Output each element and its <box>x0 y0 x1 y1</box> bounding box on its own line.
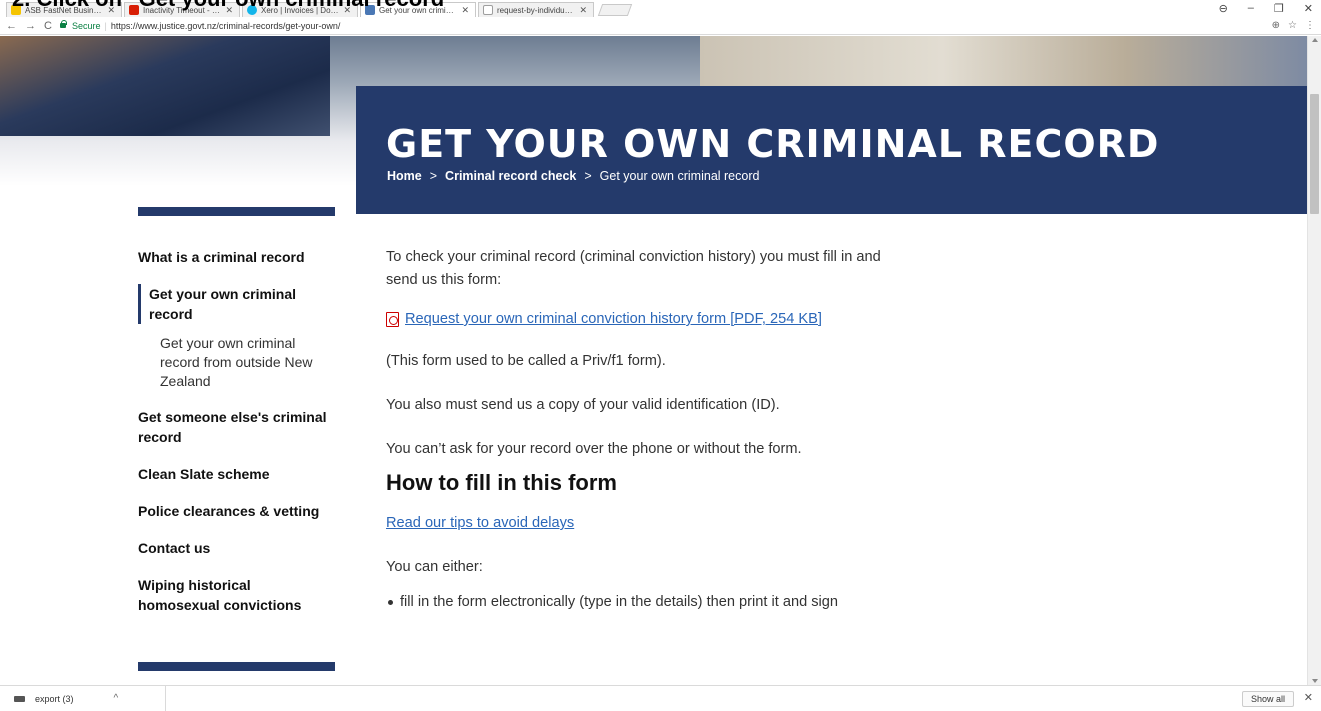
main-content: To check your criminal record (criminal … <box>386 246 906 614</box>
vertical-scrollbar[interactable] <box>1307 36 1321 685</box>
breadcrumb-criminal-record-check[interactable]: Criminal record check <box>445 169 576 183</box>
address-bar[interactable]: Secure | https://www.justice.govt.nz/cri… <box>59 19 1264 33</box>
sidenav-top-bar <box>138 207 335 216</box>
close-download-bar-icon[interactable]: ✕ <box>1304 691 1313 704</box>
new-tab-button[interactable] <box>597 4 633 16</box>
show-all-button[interactable]: Show all <box>1241 691 1294 707</box>
breadcrumb-separator: > <box>429 169 438 183</box>
minimize-icon[interactable]: – <box>1248 2 1254 15</box>
nav-wiping-convictions[interactable]: Wiping historical homosexual convictions <box>138 575 318 615</box>
options-list: fill in the form electronically (type in… <box>386 591 906 614</box>
nav-get-someone-else[interactable]: Get someone else's criminal record <box>138 407 338 447</box>
back-icon[interactable]: ← <box>6 20 17 32</box>
hero-image-left <box>0 36 330 136</box>
pdf-icon <box>386 311 399 327</box>
priv-form-note: (This form used to be called a Priv/f1 f… <box>386 353 666 369</box>
side-navigation: What is a criminal record Get your own c… <box>138 247 338 632</box>
pdf-form-link[interactable]: Request your own criminal conviction his… <box>405 311 822 327</box>
id-requirement-text: You also must send us a copy of your val… <box>386 397 780 413</box>
star-icon[interactable]: ☆ <box>1288 20 1297 31</box>
breadcrumb-separator: > <box>584 169 592 183</box>
nav-get-your-own[interactable]: Get your own criminal record <box>138 284 308 324</box>
title-banner: GET YOUR OWN CRIMINAL RECORD Home > Crim… <box>356 86 1307 214</box>
document-favicon-icon <box>483 5 493 15</box>
breadcrumb-current: Get your own criminal record <box>599 169 760 183</box>
intro-text: To check your criminal record (criminal … <box>386 249 881 288</box>
browser-tab[interactable]: request-by-individual.pc ✕ <box>478 2 594 17</box>
scroll-up-icon[interactable] <box>1312 38 1318 42</box>
close-tab-icon[interactable]: ✕ <box>579 5 587 16</box>
divider: | <box>104 20 107 31</box>
either-text: You can either: <box>386 559 483 575</box>
nav-police-clearances[interactable]: Police clearances & vetting <box>138 501 338 521</box>
section-heading: How to fill in this form <box>386 470 617 495</box>
download-bar: export (3) ^ Show all ✕ <box>0 685 1321 711</box>
profile-icon[interactable]: ⊖ <box>1219 2 1228 15</box>
url-text[interactable]: https://www.justice.govt.nz/criminal-rec… <box>111 21 341 31</box>
nav-clean-slate[interactable]: Clean Slate scheme <box>138 464 338 484</box>
restore-icon[interactable]: ❐ <box>1274 2 1284 15</box>
menu-icon[interactable]: ⋮ <box>1305 20 1315 31</box>
list-item: fill in the form electronically (type in… <box>386 591 906 614</box>
hero-image-right <box>700 36 1307 88</box>
nav-get-own-outside-nz[interactable]: Get your own criminal record from outsid… <box>138 334 328 391</box>
download-filename: export (3) <box>35 693 74 704</box>
scroll-down-icon[interactable] <box>1312 679 1318 683</box>
page-viewport: GET YOUR OWN CRIMINAL RECORD Home > Crim… <box>0 36 1307 685</box>
tab-title: request-by-individual.pc <box>497 5 576 15</box>
download-file-icon <box>14 695 25 702</box>
address-toolbar: ← → C Secure | https://www.justice.govt.… <box>0 17 1321 35</box>
close-tab-icon[interactable]: ✕ <box>461 5 469 16</box>
page-title: GET YOUR OWN CRIMINAL RECORD <box>386 122 1160 166</box>
secure-label: Secure <box>71 20 101 31</box>
sidenav-bottom-bar <box>138 662 335 671</box>
close-window-icon[interactable]: ✕ <box>1304 2 1313 15</box>
tips-paragraph: Read our tips to avoid delays <box>386 512 906 535</box>
nav-contact-us[interactable]: Contact us <box>138 538 338 558</box>
download-item[interactable]: export (3) ^ <box>0 686 166 711</box>
chevron-up-icon[interactable]: ^ <box>114 693 119 704</box>
nav-what-is-criminal-record[interactable]: What is a criminal record <box>138 247 338 267</box>
phone-note-text: You can’t ask for your record over the p… <box>386 441 802 457</box>
window-controls: ⊖ – ❐ ✕ <box>1219 2 1313 15</box>
reload-icon[interactable]: C <box>44 20 52 32</box>
breadcrumb-home[interactable]: Home <box>387 169 422 183</box>
pdf-link-row: Request your own criminal conviction his… <box>386 311 906 327</box>
forward-icon[interactable]: → <box>25 20 36 32</box>
lock-icon <box>59 20 67 28</box>
scroll-thumb[interactable] <box>1310 94 1319 214</box>
instruction-caption: 2. Click on "Get your own criminal recor… <box>12 0 455 12</box>
zoom-icon[interactable]: ⊕ <box>1272 20 1280 31</box>
breadcrumb: Home > Criminal record check > Get your … <box>387 169 759 183</box>
tips-link[interactable]: Read our tips to avoid delays <box>386 515 574 531</box>
toolbar-right: ⊕ ☆ ⋮ <box>1272 20 1315 31</box>
